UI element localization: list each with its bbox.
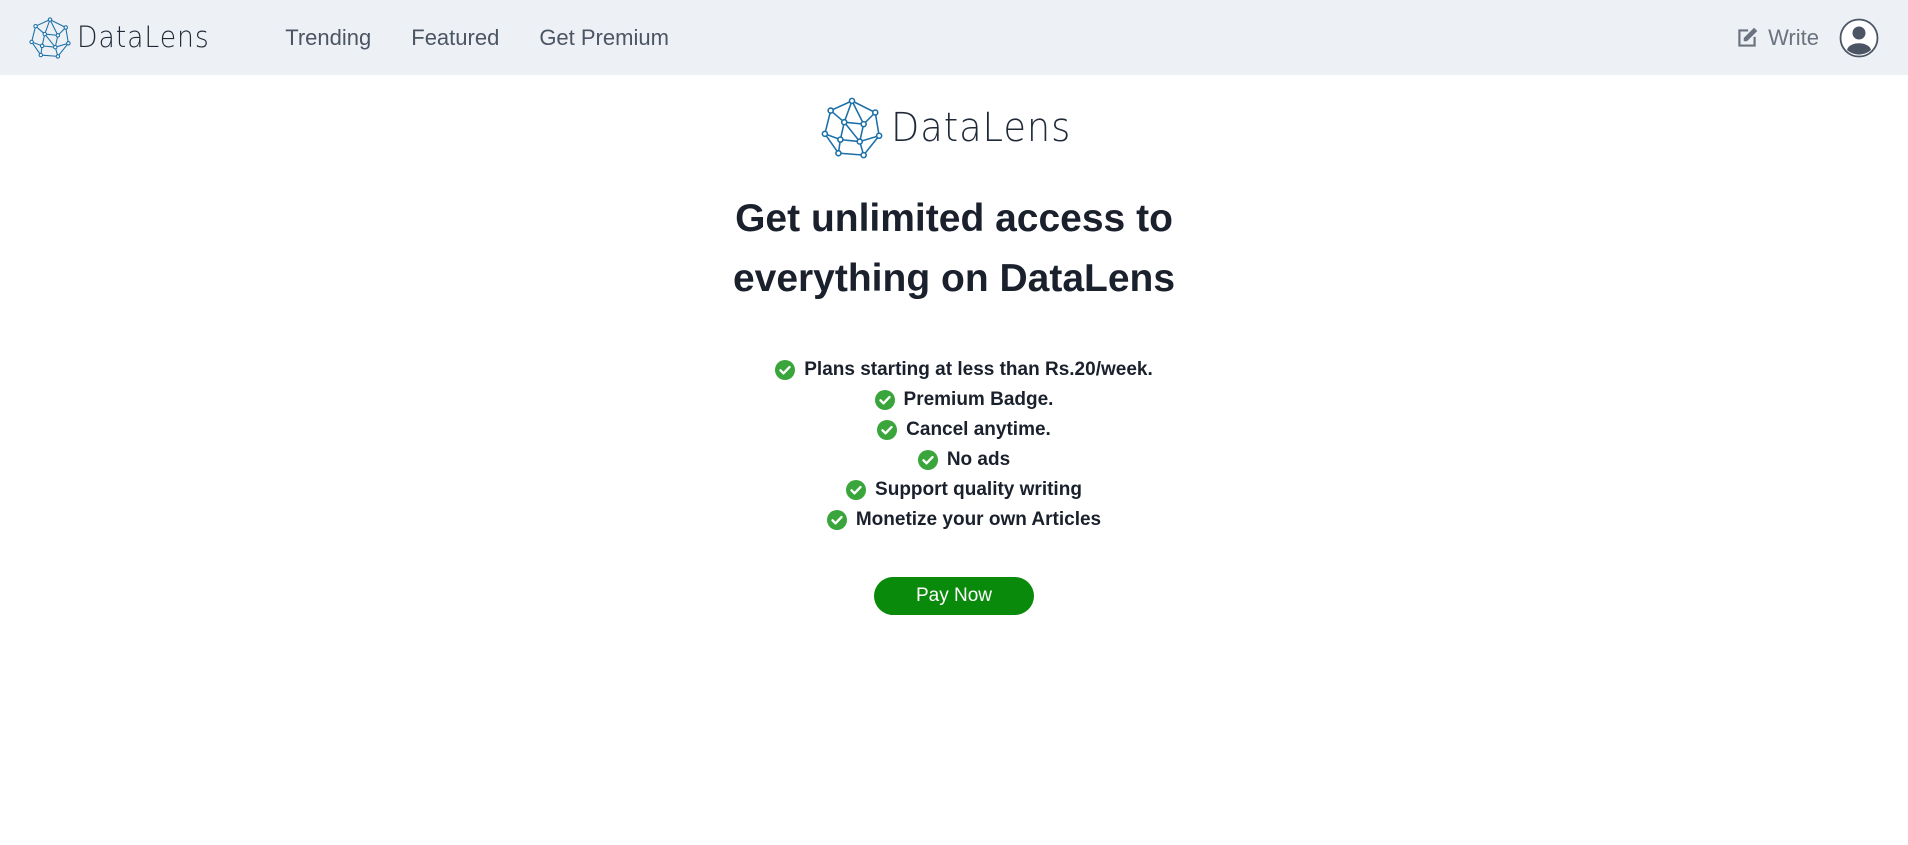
feature-text: Support quality writing [875, 479, 1082, 500]
feature-text: Premium Badge. [903, 389, 1054, 410]
write-link[interactable]: Write [1734, 25, 1819, 51]
feature-item: Premium Badge. [874, 385, 1054, 415]
check-circle-icon [874, 390, 895, 410]
nav-link-get-premium[interactable]: Get Premium [539, 25, 669, 51]
check-circle-icon [846, 480, 867, 500]
nav-link-featured[interactable]: Featured [411, 25, 499, 51]
brand-link[interactable]: DataLens [29, 16, 221, 59]
check-circle-icon [877, 420, 898, 440]
feature-text: Plans starting at less than Rs.20/week. [804, 359, 1153, 380]
nav-link-trending[interactable]: Trending [285, 25, 371, 51]
feature-item: Plans starting at less than Rs.20/week. [775, 355, 1153, 385]
nav-right-actions: Write [1734, 18, 1879, 58]
brand-name: DataLens [77, 20, 210, 54]
feature-item: No ads [917, 445, 1011, 475]
premium-main: DataLens Get unlimited access to everyth… [0, 75, 1908, 615]
feature-text: Monetize your own Articles [855, 509, 1102, 530]
feature-item: Monetize your own Articles [826, 505, 1102, 535]
feature-text: No ads [946, 449, 1011, 470]
edit-icon [1738, 27, 1758, 47]
feature-item: Support quality writing [846, 475, 1082, 505]
feature-item: Cancel anytime. [877, 415, 1051, 445]
network-logo-icon [821, 97, 883, 159]
check-circle-icon [775, 360, 796, 380]
network-logo-icon [29, 16, 71, 59]
hero-logo: DataLens [821, 97, 1087, 159]
top-navbar: DataLens Trending Featured Get Premium W… [0, 0, 1908, 75]
user-avatar-icon[interactable] [1839, 18, 1879, 58]
check-circle-icon [826, 510, 847, 530]
primary-nav: Trending Featured Get Premium [258, 25, 682, 51]
write-label: Write [1768, 24, 1819, 50]
pay-now-button[interactable]: Pay Now [874, 577, 1034, 615]
check-circle-icon [917, 450, 938, 470]
feature-text: Cancel anytime. [906, 419, 1051, 440]
page-headline: Get unlimited access to everything on Da… [732, 197, 1176, 300]
feature-list: Plans starting at less than Rs.20/week. … [755, 355, 1153, 535]
hero-logo-text: DataLens [891, 105, 1072, 151]
